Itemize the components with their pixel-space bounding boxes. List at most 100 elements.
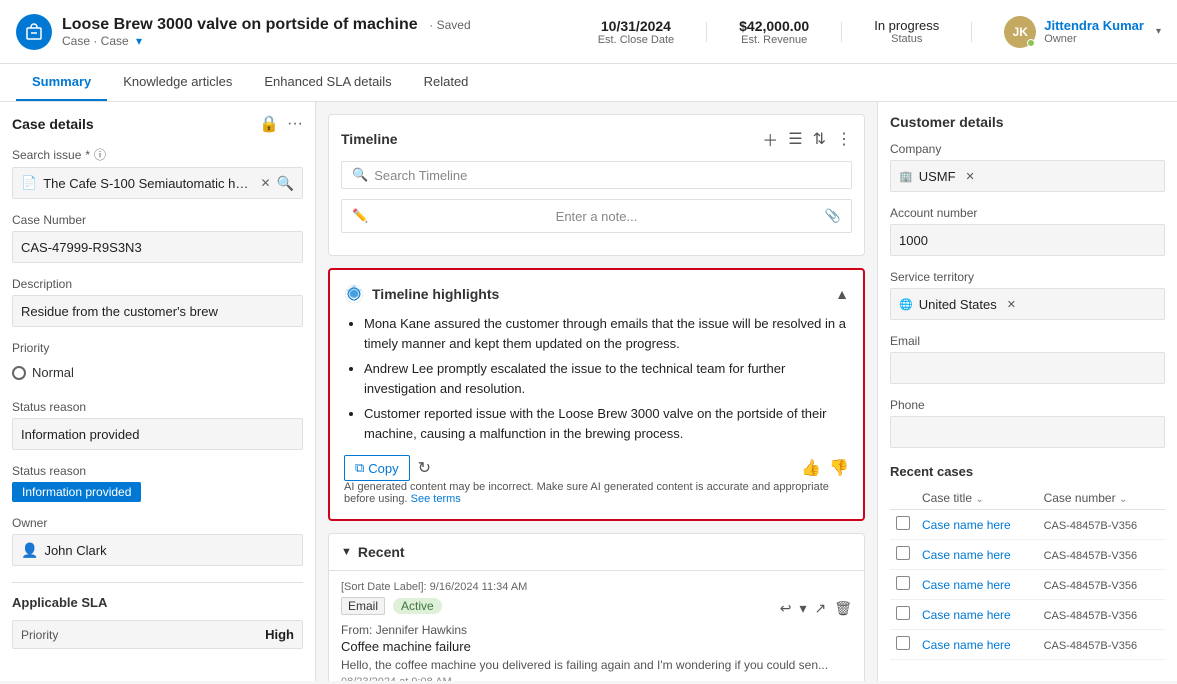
active-badge: Active bbox=[393, 598, 442, 614]
person-icon: 👤 bbox=[21, 542, 38, 559]
case-number-value: CAS-47999-R9S3N3 bbox=[12, 231, 303, 263]
email-value bbox=[890, 352, 1165, 384]
revenue-meta: $42,000.00 Est. Revenue bbox=[739, 18, 809, 46]
case-name-link-3[interactable]: Case name here bbox=[922, 608, 1011, 622]
priority-group: Priority Normal bbox=[12, 341, 303, 386]
owner-avatar: JK bbox=[1004, 16, 1036, 48]
copy-icon: ⧉ bbox=[355, 460, 364, 476]
header-title-block: Loose Brew 3000 valve on portside of mac… bbox=[62, 16, 471, 48]
table-row: Case name here CAS-48457B-V356 bbox=[890, 570, 1165, 600]
recent-cases-title: Recent cases bbox=[890, 464, 1165, 479]
tab-enhanced-sla[interactable]: Enhanced SLA details bbox=[248, 64, 407, 101]
lock-icon[interactable]: 🔒 bbox=[259, 114, 279, 134]
info-icon: ⓘ bbox=[94, 146, 106, 163]
recent-item-actions: ↩ ▾ ↗ 🗑 bbox=[780, 600, 852, 617]
description-group: Description Residue from the customer's … bbox=[12, 277, 303, 327]
highlight-item-1: Andrew Lee promptly escalated the issue … bbox=[364, 359, 849, 398]
nav-tabs: Summary Knowledge articles Enhanced SLA … bbox=[0, 64, 1177, 102]
refresh-icon[interactable]: ↻ bbox=[418, 458, 431, 478]
more-icon[interactable]: ⋮ bbox=[836, 129, 852, 149]
owner-chevron-down-icon[interactable]: ▾ bbox=[1156, 26, 1161, 37]
case-title-col-header: Case title ⌄ bbox=[916, 487, 1038, 510]
thumbs-up-icon[interactable]: 👍 bbox=[801, 458, 821, 478]
note-bar[interactable]: ✏️ Enter a note... 📎 bbox=[341, 199, 852, 233]
phone-group: Phone bbox=[890, 398, 1165, 448]
checkbox-col-header bbox=[890, 487, 916, 510]
row-checkbox-3[interactable] bbox=[896, 606, 910, 620]
search-icon[interactable]: 🔍 bbox=[277, 175, 294, 192]
case-number-group: Case Number CAS-47999-R9S3N3 bbox=[12, 213, 303, 263]
forward-icon[interactable]: ↗ bbox=[814, 600, 826, 617]
highlights-header: Timeline highlights ▲ bbox=[344, 284, 849, 304]
online-dot bbox=[1027, 39, 1035, 47]
delete-icon[interactable]: 🗑 bbox=[834, 600, 852, 617]
status-reason-label1: Status reason bbox=[12, 400, 303, 414]
case-number-sort-icon[interactable]: ⌄ bbox=[1119, 494, 1127, 505]
required-star: * bbox=[85, 148, 90, 162]
more-options-icon[interactable]: ··· bbox=[287, 115, 303, 133]
top-header: Loose Brew 3000 valve on portside of mac… bbox=[0, 0, 1177, 64]
row-checkbox-1[interactable] bbox=[896, 546, 910, 560]
case-number-0: CAS-48457B-V356 bbox=[1044, 520, 1138, 532]
recent-header[interactable]: ▼ Recent bbox=[329, 534, 864, 571]
owner-section[interactable]: JK Jittendra Kumar Owner ▾ bbox=[1004, 16, 1161, 48]
see-terms-link[interactable]: See terms bbox=[411, 493, 461, 505]
timeline-search-bar[interactable]: 🔍 Search Timeline bbox=[341, 161, 852, 189]
left-panel: Case details 🔒 ··· Search issue * ⓘ 📄 Th… bbox=[0, 102, 316, 681]
owner-value: 👤 John Clark bbox=[12, 534, 303, 566]
table-row: Case name here CAS-48457B-V356 bbox=[890, 540, 1165, 570]
row-checkbox-4[interactable] bbox=[896, 636, 910, 650]
case-name-link-0[interactable]: Case name here bbox=[922, 518, 1011, 532]
collapse-icon[interactable]: ▲ bbox=[835, 286, 849, 302]
search-issue-value[interactable]: 📄 The Cafe S-100 Semiautomatic has air b… bbox=[12, 167, 303, 199]
main-layout: Case details 🔒 ··· Search issue * ⓘ 📄 Th… bbox=[0, 102, 1177, 681]
filter-icon[interactable]: ☰ bbox=[788, 129, 802, 149]
clear-company-icon[interactable]: ✕ bbox=[966, 170, 975, 183]
search-issue-group: Search issue * ⓘ 📄 The Cafe S-100 Semiau… bbox=[12, 146, 303, 199]
tab-knowledge-articles[interactable]: Knowledge articles bbox=[107, 64, 248, 101]
case-name-link-4[interactable]: Case name here bbox=[922, 638, 1011, 652]
timeline-actions: ＋ ☰ ⇅ ⋮ bbox=[762, 127, 852, 151]
case-title-sort-icon[interactable]: ⌄ bbox=[975, 494, 983, 505]
sort-icon[interactable]: ⇅ bbox=[813, 129, 826, 149]
recent-item-subject: Coffee machine failure bbox=[341, 639, 852, 654]
header-right: 10/31/2024 Est. Close Date $42,000.00 Es… bbox=[598, 16, 1161, 48]
attachment-icon: 📎 bbox=[825, 208, 841, 224]
clear-territory-icon[interactable]: ✕ bbox=[1007, 298, 1016, 311]
phone-label: Phone bbox=[890, 398, 1165, 412]
company-label: Company bbox=[890, 142, 1165, 156]
copy-button[interactable]: ⧉ Copy bbox=[344, 455, 410, 481]
row-checkbox-2[interactable] bbox=[896, 576, 910, 590]
clear-search-icon[interactable]: ✕ bbox=[261, 176, 271, 190]
highlights-title: Timeline highlights bbox=[372, 286, 499, 302]
company-value: 🏢 USMF ✕ bbox=[890, 160, 1165, 192]
case-name-link-1[interactable]: Case name here bbox=[922, 548, 1011, 562]
thumbs-down-icon[interactable]: 👎 bbox=[829, 458, 849, 478]
service-territory-label: Service territory bbox=[890, 270, 1165, 284]
service-territory-group: Service territory 🌐 United States ✕ bbox=[890, 270, 1165, 320]
description-value: Residue from the customer's brew bbox=[12, 295, 303, 327]
description-label: Description bbox=[12, 277, 303, 291]
highlights-title-row: Timeline highlights bbox=[344, 284, 499, 304]
cases-table: Case title ⌄ Case number ⌄ Case name her… bbox=[890, 487, 1165, 660]
case-number-4: CAS-48457B-V356 bbox=[1044, 640, 1138, 652]
status-badge: Information provided bbox=[12, 482, 141, 502]
add-icon[interactable]: ＋ bbox=[762, 127, 778, 151]
recent-section: ▼ Recent [Sort Date Label]: 9/16/2024 11… bbox=[328, 533, 865, 681]
tab-summary[interactable]: Summary bbox=[16, 64, 107, 101]
case-icon bbox=[16, 14, 52, 50]
row-checkbox-0[interactable] bbox=[896, 516, 910, 530]
sla-title: Applicable SLA bbox=[12, 595, 303, 610]
case-name-link-2[interactable]: Case name here bbox=[922, 578, 1011, 592]
reply-dropdown-icon[interactable]: ▾ bbox=[799, 600, 806, 617]
reply-icon[interactable]: ↩ bbox=[780, 600, 792, 617]
like-dislike: 👍 👎 bbox=[801, 458, 849, 478]
email-group: Email bbox=[890, 334, 1165, 384]
priority-label: Priority bbox=[12, 341, 303, 355]
priority-radio[interactable]: Normal bbox=[12, 359, 303, 386]
tab-related[interactable]: Related bbox=[408, 64, 485, 101]
case-details-header: Case details 🔒 ··· bbox=[12, 114, 303, 134]
company-group: Company 🏢 USMF ✕ bbox=[890, 142, 1165, 192]
building-icon: 🏢 bbox=[899, 170, 913, 183]
search-timeline-icon: 🔍 bbox=[352, 167, 368, 183]
